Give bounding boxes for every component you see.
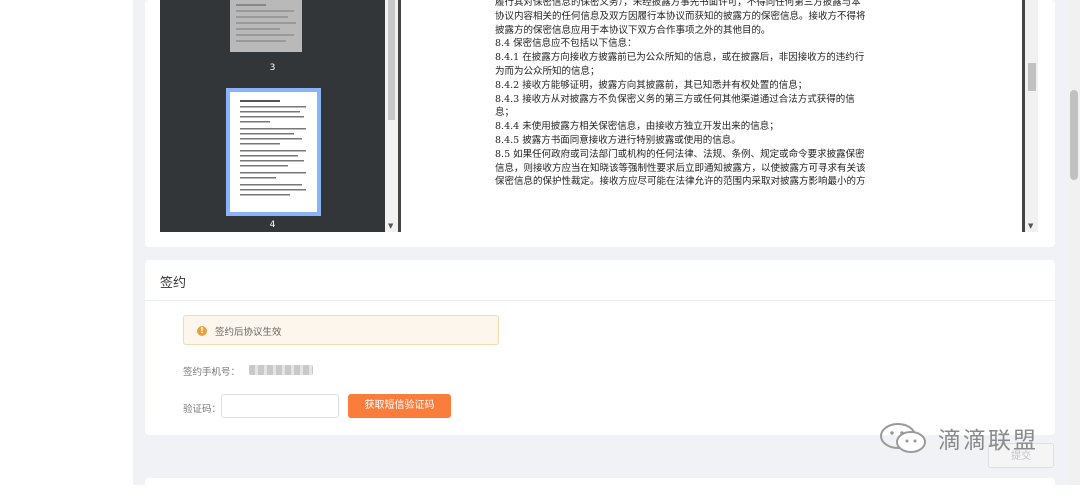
bottom-card xyxy=(145,478,1055,498)
thumbnail-panel[interactable]: 3 4 xyxy=(160,0,385,232)
thumbnail-4-lines xyxy=(240,100,306,196)
thumbnail-scrollbar-thumb[interactable] xyxy=(388,0,395,120)
section-divider xyxy=(145,300,1055,301)
document-line: 信息，则接收方应当在知晓该等强制性要求后立即通知披露方，以使披露方可寻求有关该 xyxy=(495,162,866,174)
page-thumbnail-3[interactable] xyxy=(230,0,302,52)
document-scrollbar-thumb[interactable] xyxy=(1028,63,1036,91)
watermark-text: 滴滴联盟 xyxy=(938,428,1038,454)
scroll-down-arrow-icon[interactable]: ▼ xyxy=(1028,222,1033,230)
code-label: 验证码： xyxy=(183,404,222,415)
phone-number-blurred xyxy=(249,365,313,375)
document-line: 8.4.4 未使用披露方相关保密信息，由接收方独立开发出来的信息； xyxy=(495,121,779,133)
sign-notice-text: 签约后协议生效 xyxy=(215,327,282,338)
document-line: 保密信息的保护性裁定。接收方应尽可能在法律允许的范围内采取对披露方影响最小的方 xyxy=(495,176,866,188)
watermark: 滴滴联盟 xyxy=(878,420,1038,456)
document-line: 8.4.2 接收方能够证明，披露方向其披露前，其已知悉并有权处置的信息； xyxy=(495,79,808,91)
get-sms-code-button[interactable]: 获取短信验证码 xyxy=(348,394,451,418)
phone-label: 签约手机号： xyxy=(183,367,241,378)
document-line: 息； xyxy=(495,107,515,119)
document-line: 协议内容相关的任何信息及双方因履行本协议而获知的披露方的保密信息。接收方不得将 xyxy=(495,10,866,22)
document-line: 8.4.5 披露方书面同意接收方进行特别披露或使用的信息。 xyxy=(495,134,741,146)
page-scrollbar[interactable] xyxy=(1068,0,1080,485)
thumbnail-scrollbar[interactable]: ▼ xyxy=(385,0,398,232)
page-scrollbar-thumb[interactable] xyxy=(1070,90,1078,180)
document-line: 8.4 保密信息应不包括以下信息： xyxy=(495,38,637,50)
wechat-icon xyxy=(880,423,926,453)
warning-icon: ! xyxy=(197,326,207,336)
thumbnail-3-lines xyxy=(236,4,296,42)
document-scrollbar[interactable]: ▼ xyxy=(1022,0,1038,232)
sign-notice-alert: ! 签约后协议生效 xyxy=(183,315,499,345)
document-scrollbar-edge xyxy=(1022,0,1025,232)
document-page-text: 履行其对保密信息的保密义务），未经披露方事先书面许可，不得向任何第三方披露与本 … xyxy=(495,0,935,189)
scroll-down-arrow-icon[interactable]: ▼ xyxy=(388,222,393,230)
document-line: 为而为公众所知的信息； xyxy=(495,65,600,77)
document-line: 8.5 如果任何政府或司法部门或机构的任何法律、法规、条例、规定或命令要求披露保… xyxy=(495,148,865,160)
sign-section-title: 签约 xyxy=(160,276,187,291)
verification-code-input[interactable] xyxy=(221,394,339,418)
document-line: 履行其对保密信息的保密义务），未经披露方事先书面许可，不得向任何第三方披露与本 xyxy=(495,0,861,8)
page-thumbnail-4-selected[interactable] xyxy=(226,88,321,216)
document-line: 8.4.1 在披露方向接收方披露前已为公众所知的信息，或在披露后，非因接收方的违… xyxy=(495,52,865,64)
thumbnail-page-number: 3 xyxy=(269,63,276,73)
document-line: 8.4.3 接收方从对披露方不负保密义务的第三方或任何其他渠道通过合法方式获得的… xyxy=(495,93,855,105)
thumbnail-page-number: 4 xyxy=(269,220,276,230)
viewer-divider xyxy=(398,0,401,232)
document-line: 披露方的保密信息应用于本协议下双方合作事项之外的其他目的。 xyxy=(495,24,771,36)
